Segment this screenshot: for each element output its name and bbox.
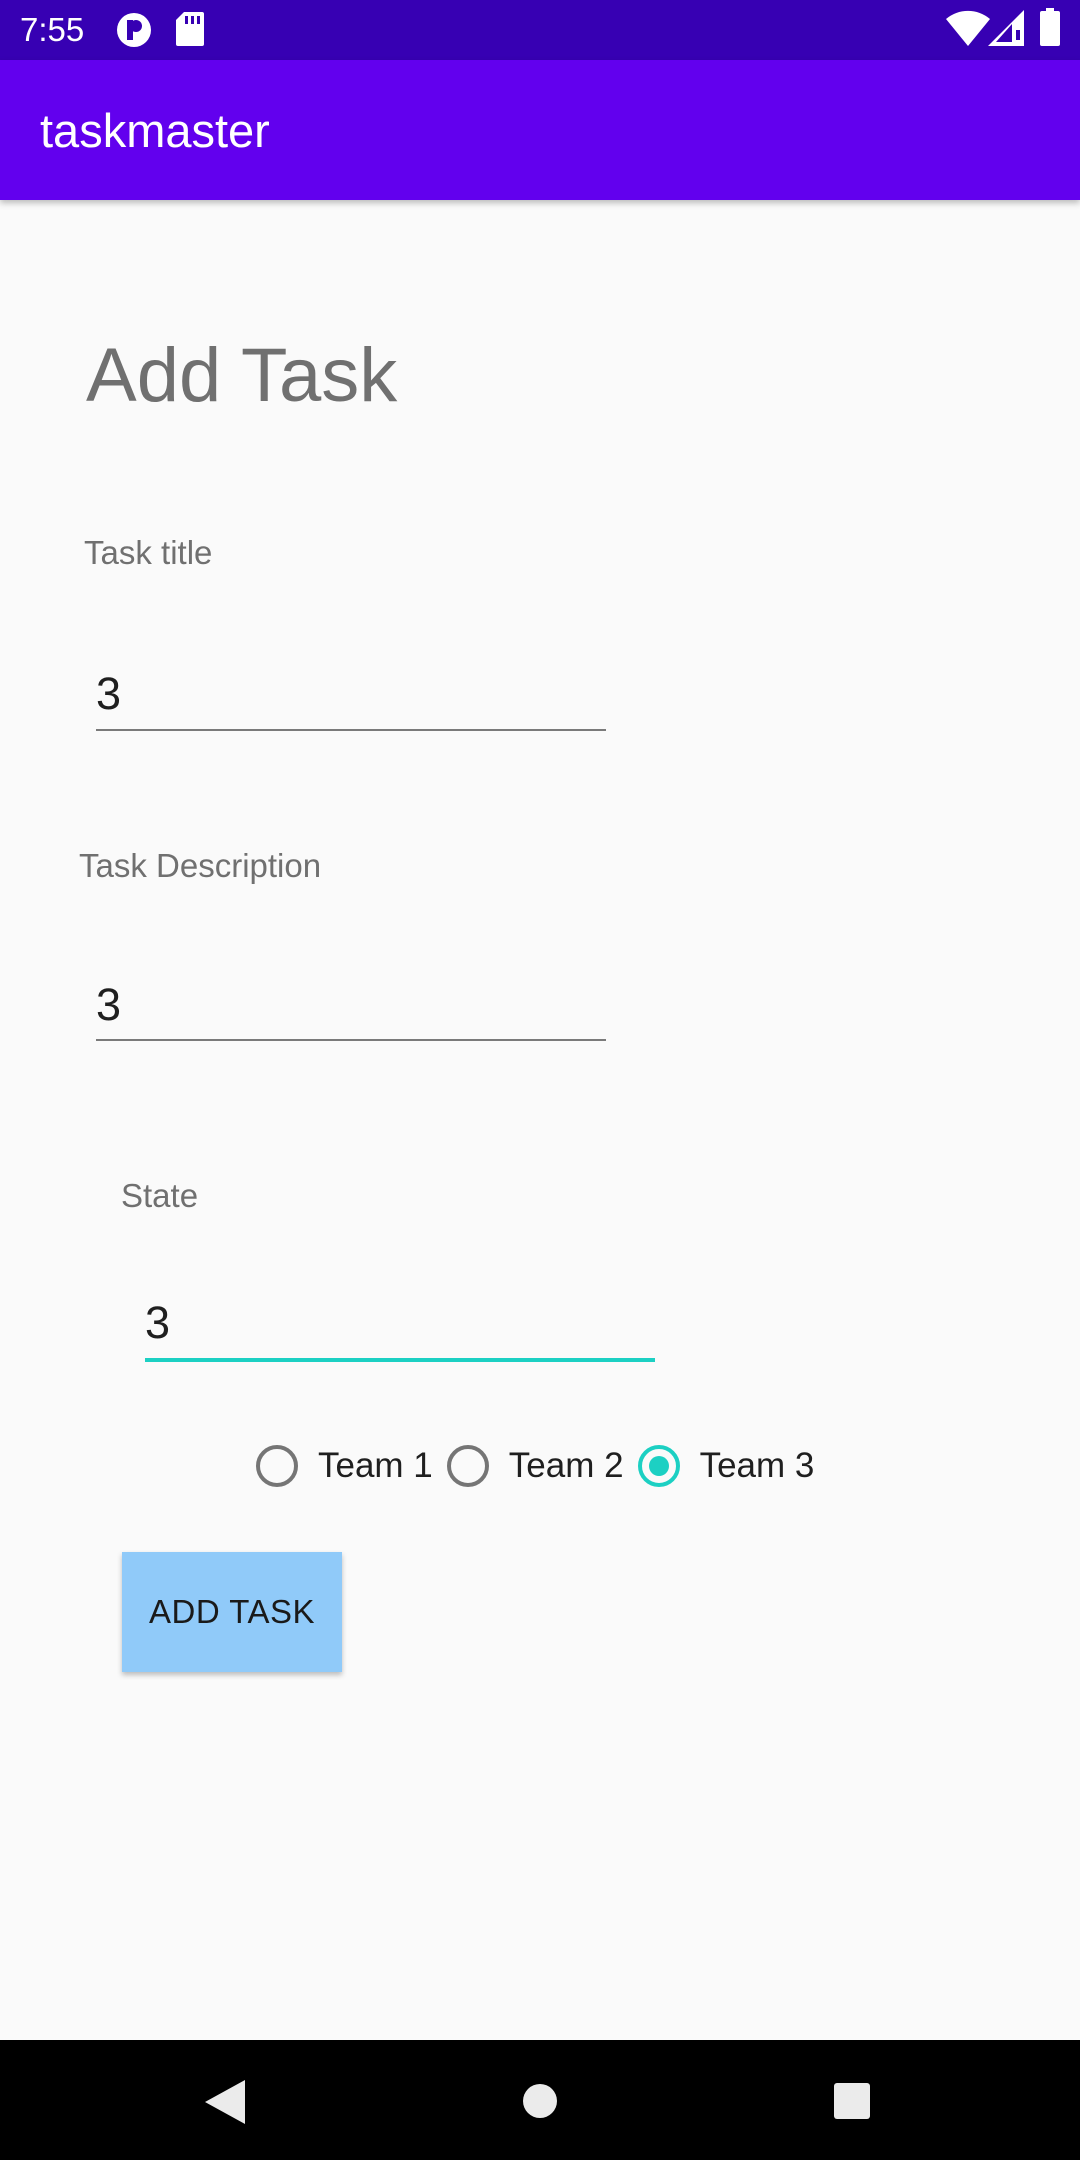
team-3-label: Team 3 (699, 1446, 815, 1485)
state-label: State (121, 1177, 199, 1214)
page-title: Add Task (86, 333, 398, 418)
task-description-input[interactable]: 3 (96, 978, 606, 1032)
task-title-underline (96, 729, 606, 731)
state-input[interactable]: 3 (145, 1296, 655, 1350)
status-bar: 7:55 (0, 0, 1080, 60)
team-1-radio[interactable]: Team 1 (256, 1444, 433, 1488)
radio-checked-icon (637, 1445, 680, 1487)
back-icon[interactable] (205, 2080, 245, 2129)
navigation-bar (0, 2040, 1080, 2160)
team-3-radio[interactable]: Team 3 (637, 1444, 815, 1488)
cell-signal-icon (988, 10, 1024, 51)
team-2-radio[interactable]: Team 2 (446, 1444, 624, 1488)
app-bar: taskmaster (0, 60, 1080, 200)
home-icon[interactable] (522, 2083, 558, 2124)
radio-unchecked-icon (446, 1445, 489, 1487)
team-1-label: Team 1 (318, 1446, 433, 1485)
add-task-button[interactable]: ADD TASK (122, 1552, 342, 1672)
task-title-label: Task title (84, 534, 213, 571)
task-title-input[interactable]: 3 (96, 667, 606, 721)
app-title: taskmaster (40, 104, 270, 157)
task-description-label: Task Description (79, 847, 322, 884)
state-underline (145, 1358, 655, 1362)
battery-icon (1040, 8, 1060, 51)
team-2-label: Team 2 (508, 1446, 624, 1485)
recents-icon[interactable] (834, 2083, 870, 2124)
sd-card-icon (176, 12, 204, 51)
team-radio-group: Team 1 Team 2 Team 3 (256, 1437, 828, 1495)
task-description-underline (96, 1039, 606, 1041)
notification-app-icon (116, 12, 152, 53)
radio-unchecked-icon (256, 1445, 298, 1487)
status-time: 7:55 (20, 11, 85, 48)
wifi-icon (946, 10, 990, 51)
